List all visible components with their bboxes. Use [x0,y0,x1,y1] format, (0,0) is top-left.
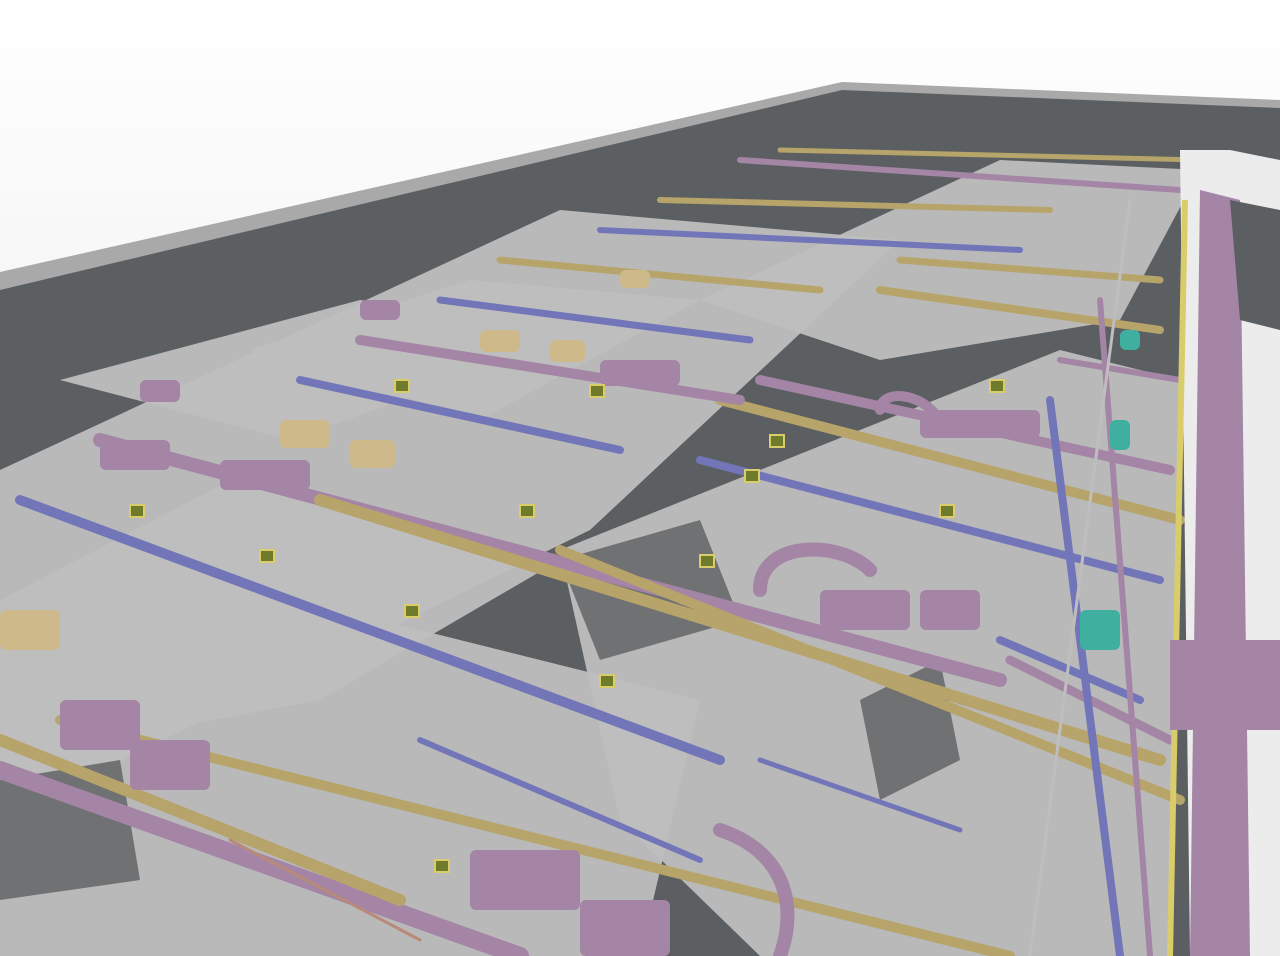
equipment-block [600,360,680,386]
equipment-block [130,740,210,790]
equipment-block [920,590,980,630]
equipment-block [350,440,395,468]
equipment-block [550,340,585,362]
equipment-block [100,440,170,470]
equipment-block [1110,420,1130,450]
sensor-square [744,469,760,483]
equipment-block [280,420,330,448]
equipment-block [140,380,180,402]
sensor-square [129,504,145,518]
sensor-square [599,674,615,688]
equipment-block [360,300,400,320]
sensor-square [519,504,535,518]
sensor-square [769,434,785,448]
sensor-square [394,379,410,393]
equipment-block [620,270,650,288]
equipment-block [220,460,310,490]
equipment-block [1080,610,1120,650]
equipment-block [60,700,140,750]
sensor-square [699,554,715,568]
sensor-square [989,379,1005,393]
sensor-square [404,604,420,618]
equipment-block [580,900,670,956]
equipment-block [480,330,520,352]
sensor-square [589,384,605,398]
bim-3d-viewport[interactable] [0,0,1280,956]
wall-purple-block [1170,640,1280,730]
sensor-square [259,549,275,563]
equipment-block [470,850,580,910]
equipment-block [820,590,910,630]
sensor-square [434,859,450,873]
equipment-block [0,610,60,650]
sensor-square [939,504,955,518]
equipment-block [1120,330,1140,350]
